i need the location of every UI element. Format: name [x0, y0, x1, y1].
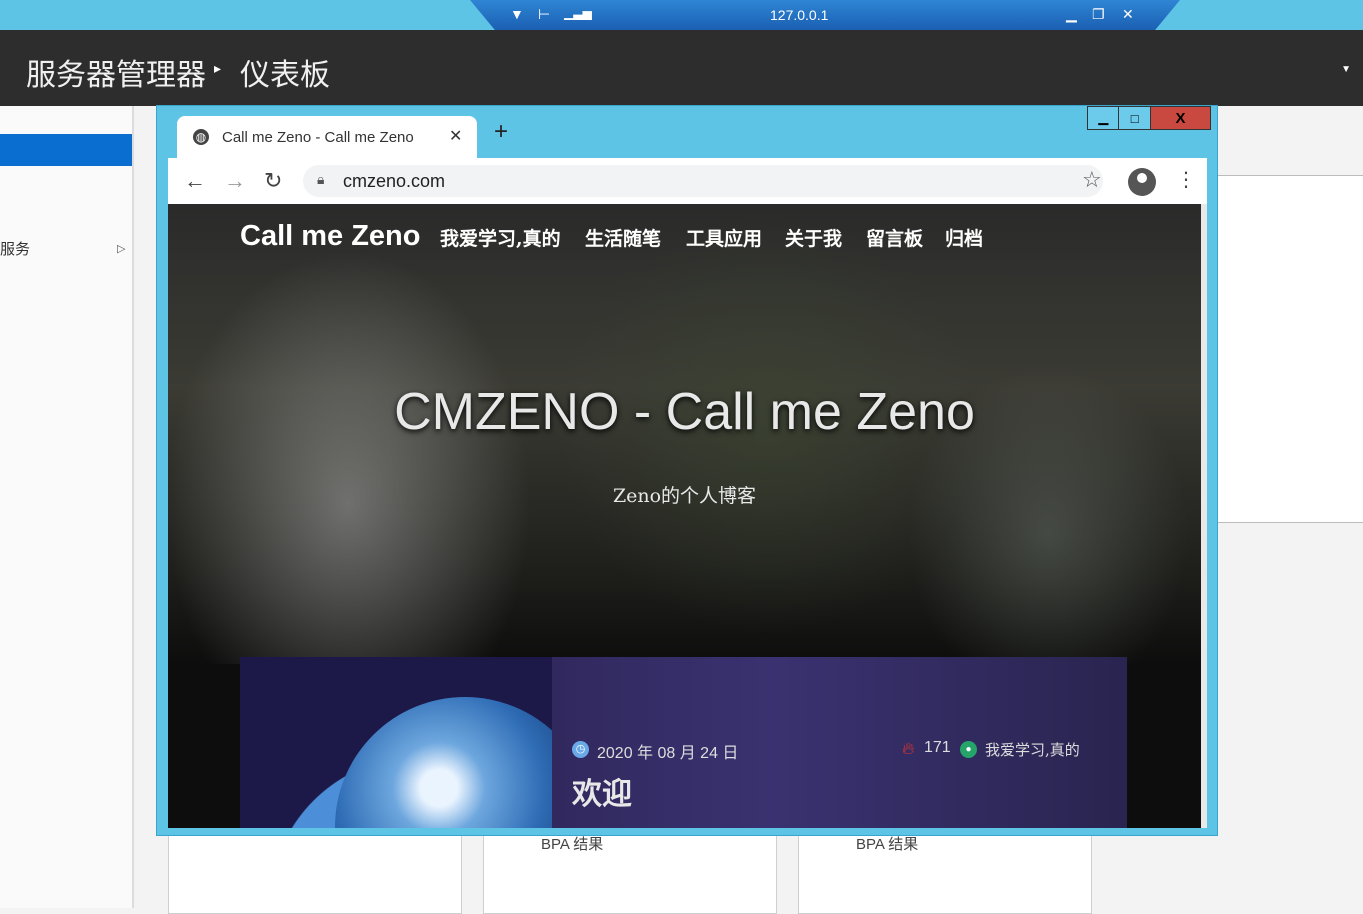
- account-icon[interactable]: [1128, 168, 1156, 196]
- nav-link-about[interactable]: 关于我: [785, 224, 842, 251]
- bpa-results-label[interactable]: BPA 结果: [541, 833, 603, 854]
- maximize-button[interactable]: □: [1119, 107, 1151, 129]
- post-title[interactable]: 欢迎: [572, 769, 632, 813]
- window-controls: ▁ □ X: [1087, 106, 1211, 130]
- dashboard-tile: [483, 832, 777, 914]
- browser-toolbar: ← → ↻ 🔒︎ cmzeno.com ☆ ⋮: [168, 158, 1207, 204]
- globe-icon: ◍: [193, 129, 209, 145]
- breadcrumb-arrow-icon: ▸: [214, 60, 222, 76]
- close-icon[interactable]: ✕: [1122, 6, 1134, 23]
- hero-banner: Call me Zeno 我爱学习,真的 生活随笔 工具应用 关于我 留言板 归…: [168, 204, 1201, 664]
- close-button[interactable]: X: [1150, 107, 1210, 129]
- restore-icon[interactable]: ❐: [1092, 6, 1105, 23]
- url-text[interactable]: cmzeno.com: [343, 171, 445, 192]
- reload-icon[interactable]: ↻: [264, 168, 282, 194]
- nav-link-life[interactable]: 生活随笔: [585, 224, 661, 251]
- bpa-results-label[interactable]: BPA 结果: [856, 833, 918, 854]
- bookmark-star-icon[interactable]: ☆: [1082, 167, 1102, 193]
- post-views: 171: [924, 739, 951, 756]
- post-date: 2020 年 08 月 24 日: [597, 745, 739, 762]
- tag-icon: ●: [960, 741, 977, 758]
- dashboard-tile: [168, 832, 462, 914]
- post-category[interactable]: 我爱学习,真的: [985, 739, 1080, 760]
- chevron-down-icon[interactable]: ▼: [510, 6, 524, 22]
- sidebar-item-services[interactable]: 服务: [0, 238, 30, 259]
- dropdown-arrow-icon[interactable]: ▼: [1341, 64, 1351, 75]
- lock-icon: 🔒︎: [317, 171, 325, 187]
- minimize-button[interactable]: ▁: [1088, 107, 1120, 129]
- fire-icon: 🔥︎: [902, 739, 915, 758]
- post-thumbnail[interactable]: [240, 657, 552, 828]
- server-manager-header: 服务器管理器 ▸ 仪表板 ▼: [0, 30, 1363, 106]
- tab-title: Call me Zeno - Call me Zeno: [222, 129, 414, 146]
- nav-link-study[interactable]: 我爱学习,真的: [440, 224, 561, 251]
- nav-link-guestbook[interactable]: 留言板: [866, 224, 923, 251]
- browser-tab[interactable]: ◍ Call me Zeno - Call me Zeno ✕: [177, 116, 477, 158]
- dashboard-panel: [1218, 175, 1363, 523]
- dashboard-tile: [798, 832, 1092, 914]
- new-tab-icon[interactable]: +: [494, 120, 508, 144]
- hero-title: CMZENO - Call me Zeno: [394, 383, 975, 441]
- rdp-connection-bar: ▼ ⊢ ▁▃▅ 127.0.0.1 ▁ ❐ ✕: [470, 0, 1180, 30]
- address-bar[interactable]: 🔒︎ cmzeno.com: [303, 165, 1103, 197]
- sidebar: 服务 ▷: [0, 106, 134, 908]
- page-title: 仪表板: [240, 59, 330, 92]
- clock-icon: ◷: [572, 741, 589, 758]
- signal-icon[interactable]: ▁▃▅: [564, 6, 592, 20]
- tab-close-icon[interactable]: ✕: [449, 126, 462, 146]
- browser-window: ▁ □ X ◍ Call me Zeno - Call me Zeno ✕ + …: [156, 105, 1218, 836]
- forward-icon[interactable]: →: [224, 168, 246, 194]
- scrollbar[interactable]: [1201, 204, 1207, 828]
- nav-link-tools[interactable]: 工具应用: [686, 224, 762, 251]
- web-page: Call me Zeno 我爱学习,真的 生活随笔 工具应用 关于我 留言板 归…: [168, 204, 1201, 828]
- chevron-right-icon[interactable]: ▷: [117, 242, 125, 255]
- nav-link-archive[interactable]: 归档: [945, 224, 983, 251]
- back-icon[interactable]: ←: [184, 168, 206, 194]
- pin-icon[interactable]: ⊢: [538, 6, 550, 23]
- app-title: 服务器管理器: [26, 59, 206, 92]
- sidebar-item-dashboard[interactable]: [0, 134, 132, 166]
- menu-icon[interactable]: ⋮: [1176, 167, 1196, 192]
- hero-subtitle: Zeno的个人博客: [612, 485, 757, 507]
- minimize-icon[interactable]: ▁: [1066, 6, 1077, 23]
- rdp-title: 127.0.0.1: [770, 7, 829, 23]
- post-card[interactable]: ◷ 2020 年 08 月 24 日 🔥︎ 171 ● 我爱学习,真的 欢迎: [240, 657, 1127, 828]
- site-logo[interactable]: Call me Zeno: [240, 220, 421, 253]
